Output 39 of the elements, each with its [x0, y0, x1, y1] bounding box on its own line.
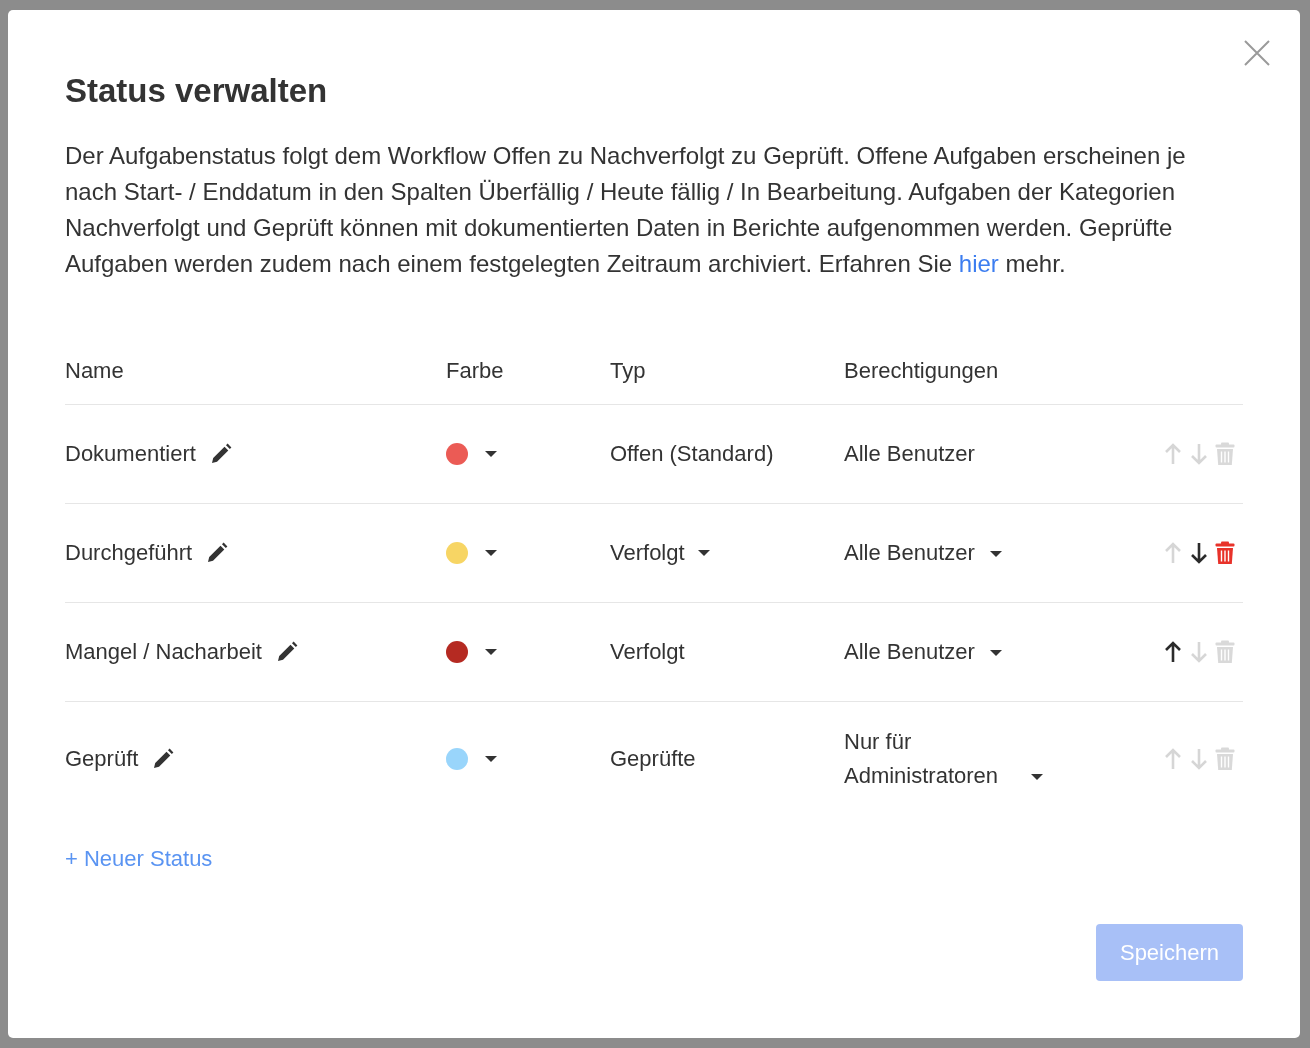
caret-icon[interactable]	[484, 450, 498, 458]
pencil-icon[interactable]	[275, 641, 298, 663]
close-icon[interactable]	[1244, 40, 1270, 66]
description-text: Der Aufgabenstatus folgt dem Workflow Offen zu Nachverfolgt zu Geprüft. Offene Aufgaben erscheinen je nach Start- / Enddatum in den Spalten Überfällig / Heute fällig / In Bearbeitung. Aufgaben der Kategorien Nachverfolgt und Geprüft können mit dokumentierten Daten in Berichte aufgenommen werden. Geprüfte Aufgaben werden zudem nach einem festgelegten Zeitraum archiviert. Erfahren Sie hier mehr.	[65, 141, 1187, 279]
color-dot[interactable]	[446, 542, 468, 564]
column-header: Farbe	[446, 358, 505, 384]
pencil-icon[interactable]	[152, 748, 175, 770]
caret-icon[interactable]	[484, 648, 498, 656]
type-value: Offen (Standard)	[610, 441, 774, 467]
color-dot[interactable]	[446, 748, 468, 770]
column-header: Name	[65, 358, 125, 384]
status-name: Mangel / Nacharbeit	[65, 639, 262, 665]
type-value: Geprüfte	[610, 746, 696, 772]
caret-icon[interactable]	[484, 755, 498, 763]
permission-dropdown[interactable]: Alle Benutzer	[844, 635, 1003, 669]
caret-icon	[696, 549, 711, 557]
caret-icon	[1030, 773, 1044, 781]
color-dot[interactable]	[446, 443, 468, 465]
type-dropdown[interactable]: Verfolgt	[610, 540, 711, 566]
type-value: Verfolgt	[610, 639, 685, 665]
pencil-icon[interactable]	[209, 443, 232, 465]
column-header: Typ	[610, 358, 647, 384]
help-link[interactable]: hier	[958, 250, 999, 277]
pencil-icon[interactable]	[206, 542, 229, 564]
status-name: Dokumentiert	[65, 441, 196, 467]
column-header: Berechtigungen	[844, 358, 1000, 384]
down-arrow-icon[interactable]	[1189, 541, 1209, 565]
caret-icon[interactable]	[484, 549, 498, 557]
permission-dropdown[interactable]: Alle Benutzer	[844, 536, 1003, 570]
color-dot[interactable]	[446, 641, 468, 663]
dialog-title: Status verwalten	[65, 72, 329, 110]
up-arrow-icon[interactable]	[1163, 640, 1183, 664]
permission-value: Alle Benutzer	[844, 440, 975, 468]
permission-dropdown[interactable]: Nur für Administratoren	[844, 725, 1044, 793]
trash-icon[interactable]	[1215, 541, 1235, 565]
status-name: Geprüft	[65, 746, 139, 772]
caret-icon	[988, 550, 1003, 558]
caret-icon	[988, 649, 1003, 657]
status-name: Durchgeführt	[65, 540, 193, 566]
